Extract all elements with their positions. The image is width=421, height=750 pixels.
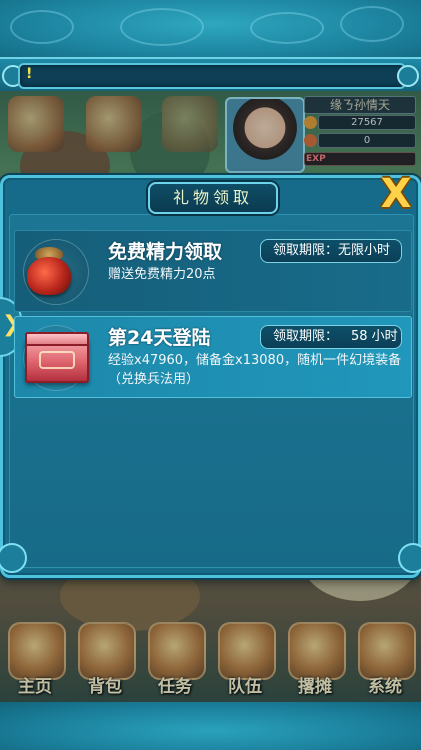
gift-title: 免费精力领取 — [108, 241, 223, 263]
bottom-ornament-band — [0, 702, 421, 750]
gift-time-limit: 领取期限： 无限小时 — [260, 239, 402, 263]
time-limit-label: 领取期限： — [273, 243, 339, 258]
time-limit-value: 无限小时 — [338, 243, 391, 258]
jar-icon — [27, 257, 71, 295]
gift-row-free-energy[interactable]: 免费精力领取 领取期限： 无限小时 赠送免费精力20点 — [14, 230, 412, 312]
time-limit-value: 58 小时 — [351, 329, 398, 344]
gift-title: 第24天登陆 — [108, 327, 211, 349]
dialog-title: 礼物领取 — [172, 188, 253, 207]
gift-time-limit: 领取期限： 58 小时 — [260, 325, 402, 349]
time-limit-label: 领取期限： — [273, 329, 339, 344]
close-button[interactable]: X — [376, 172, 416, 216]
chat-ornament-right — [397, 65, 419, 87]
chat-cursor: ! — [26, 66, 33, 82]
gift-description: 赠送免费精力20点 — [108, 267, 216, 282]
corner-ornament-br — [398, 543, 421, 573]
dialog-title-plate: 礼物领取 — [148, 182, 278, 214]
chat-bar: ! — [0, 57, 421, 93]
close-icon: X — [380, 171, 412, 217]
chat-input[interactable]: ! — [18, 63, 406, 89]
top-ornament-band — [0, 0, 421, 60]
gift-description: 经验x47960，储备金x13080，随机一件幻境装备（兑换兵法用） — [108, 353, 402, 387]
gift-row-day24-login[interactable]: 第24天登陆 领取期限： 58 小时 经验x47960，储备金x13080，随机… — [14, 316, 412, 398]
chest-icon — [25, 332, 89, 383]
corner-ornament-bl — [0, 543, 27, 573]
